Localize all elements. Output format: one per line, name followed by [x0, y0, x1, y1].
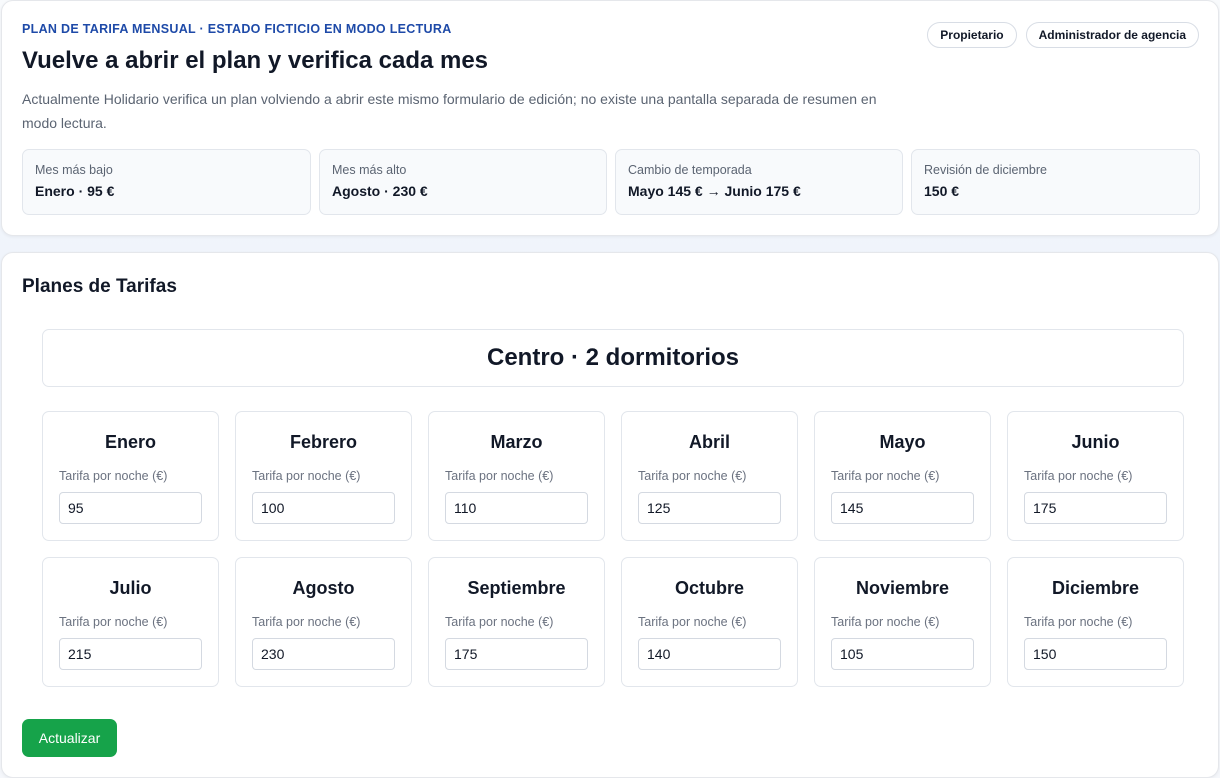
month-card-julio: Julio Tarifa por noche (€): [42, 557, 219, 687]
rate-input-noviembre[interactable]: [831, 638, 974, 670]
month-card-abril: Abril Tarifa por noche (€): [621, 411, 798, 541]
month-card-enero: Enero Tarifa por noche (€): [42, 411, 219, 541]
month-grid: Enero Tarifa por noche (€) Febrero Tarif…: [42, 411, 1184, 687]
rate-label: Tarifa por noche (€): [831, 469, 940, 483]
page-description: Actualmente Holidario verifica un plan v…: [22, 91, 877, 131]
rate-input-marzo[interactable]: [445, 492, 588, 524]
role-owner-button[interactable]: Propietario: [927, 22, 1017, 48]
stat-value: Enero · 95 €: [35, 183, 115, 199]
rate-label: Tarifa por noche (€): [1024, 615, 1133, 629]
rate-label: Tarifa por noche (€): [252, 469, 361, 483]
section-title: Planes de Tarifas: [22, 276, 177, 297]
stat-label: Revisión de diciembre: [924, 163, 1047, 177]
month-name: Diciembre: [1051, 578, 1140, 598]
month-card-agosto: Agosto Tarifa por noche (€): [235, 557, 412, 687]
month-card-marzo: Marzo Tarifa por noche (€): [428, 411, 605, 541]
stat-value: Agosto · 230 €: [332, 183, 428, 199]
rate-plans-card: Planes de Tarifas Centro · 2 dormitorios…: [1, 252, 1219, 778]
month-card-junio: Junio Tarifa por noche (€): [1007, 411, 1184, 541]
stat-label: Mes más alto: [332, 163, 407, 177]
rate-label: Tarifa por noche (€): [1024, 469, 1133, 483]
stat-value: Mayo 145 € → Junio 175 €: [628, 183, 801, 199]
month-name: Septiembre: [467, 578, 566, 598]
role-agency-admin-button[interactable]: Administrador de agencia: [1025, 22, 1199, 48]
month-name: Febrero: [289, 432, 358, 452]
rate-label: Tarifa por noche (€): [59, 469, 168, 483]
rate-input-diciembre[interactable]: [1024, 638, 1167, 670]
page-title: Vuelve a abrir el plan y verifica cada m…: [22, 47, 489, 74]
month-name: Enero: [104, 432, 156, 452]
month-card-febrero: Febrero Tarifa por noche (€): [235, 411, 412, 541]
stat-highest-month: Mes más alto Agosto · 230 €: [319, 149, 607, 215]
stats-row: Mes más bajo Enero · 95 € Mes más alto A…: [22, 149, 1200, 215]
rate-input-julio[interactable]: [59, 638, 202, 670]
stat-label: Mes más bajo: [35, 163, 113, 177]
month-card-diciembre: Diciembre Tarifa por noche (€): [1007, 557, 1184, 687]
month-card-octubre: Octubre Tarifa por noche (€): [621, 557, 798, 687]
eyebrow-label: PLAN DE TARIFA MENSUAL · ESTADO FICTICIO…: [22, 22, 452, 36]
role-switcher: Propietario Administrador de agencia: [927, 22, 1199, 48]
month-name: Mayo: [879, 432, 926, 452]
month-name: Abril: [688, 432, 730, 452]
rate-input-junio[interactable]: [1024, 492, 1167, 524]
stat-december-review: Revisión de diciembre 150 €: [911, 149, 1200, 215]
stat-value: 150 €: [924, 183, 960, 199]
month-name: Junio: [1071, 432, 1120, 452]
rate-input-enero[interactable]: [59, 492, 202, 524]
month-card-noviembre: Noviembre Tarifa por noche (€): [814, 557, 991, 687]
rate-label: Tarifa por noche (€): [638, 469, 747, 483]
month-name: Marzo: [490, 432, 543, 452]
month-card-mayo: Mayo Tarifa por noche (€): [814, 411, 991, 541]
stat-season-change: Cambio de temporada Mayo 145 € → Junio 1…: [615, 149, 903, 215]
month-name: Noviembre: [855, 578, 950, 598]
month-name: Julio: [109, 578, 152, 598]
rate-input-febrero[interactable]: [252, 492, 395, 524]
plan-name: Centro · 2 dormitorios: [42, 329, 1184, 387]
rate-label: Tarifa por noche (€): [831, 615, 940, 629]
month-card-septiembre: Septiembre Tarifa por noche (€): [428, 557, 605, 687]
update-button[interactable]: Actualizar: [22, 719, 117, 757]
month-name: Octubre: [674, 578, 744, 598]
rate-input-mayo[interactable]: [831, 492, 974, 524]
rate-label: Tarifa por noche (€): [445, 615, 554, 629]
rate-label: Tarifa por noche (€): [445, 469, 554, 483]
plan-summary-card: PLAN DE TARIFA MENSUAL · ESTADO FICTICIO…: [1, 0, 1219, 236]
rate-label: Tarifa por noche (€): [252, 615, 361, 629]
rate-input-septiembre[interactable]: [445, 638, 588, 670]
stat-label: Cambio de temporada: [628, 163, 752, 177]
rate-label: Tarifa por noche (€): [59, 615, 168, 629]
stat-lowest-month: Mes más bajo Enero · 95 €: [22, 149, 311, 215]
rate-input-abril[interactable]: [638, 492, 781, 524]
month-name: Agosto: [292, 578, 355, 598]
rate-input-agosto[interactable]: [252, 638, 395, 670]
rate-label: Tarifa por noche (€): [638, 615, 747, 629]
rate-input-octubre[interactable]: [638, 638, 781, 670]
